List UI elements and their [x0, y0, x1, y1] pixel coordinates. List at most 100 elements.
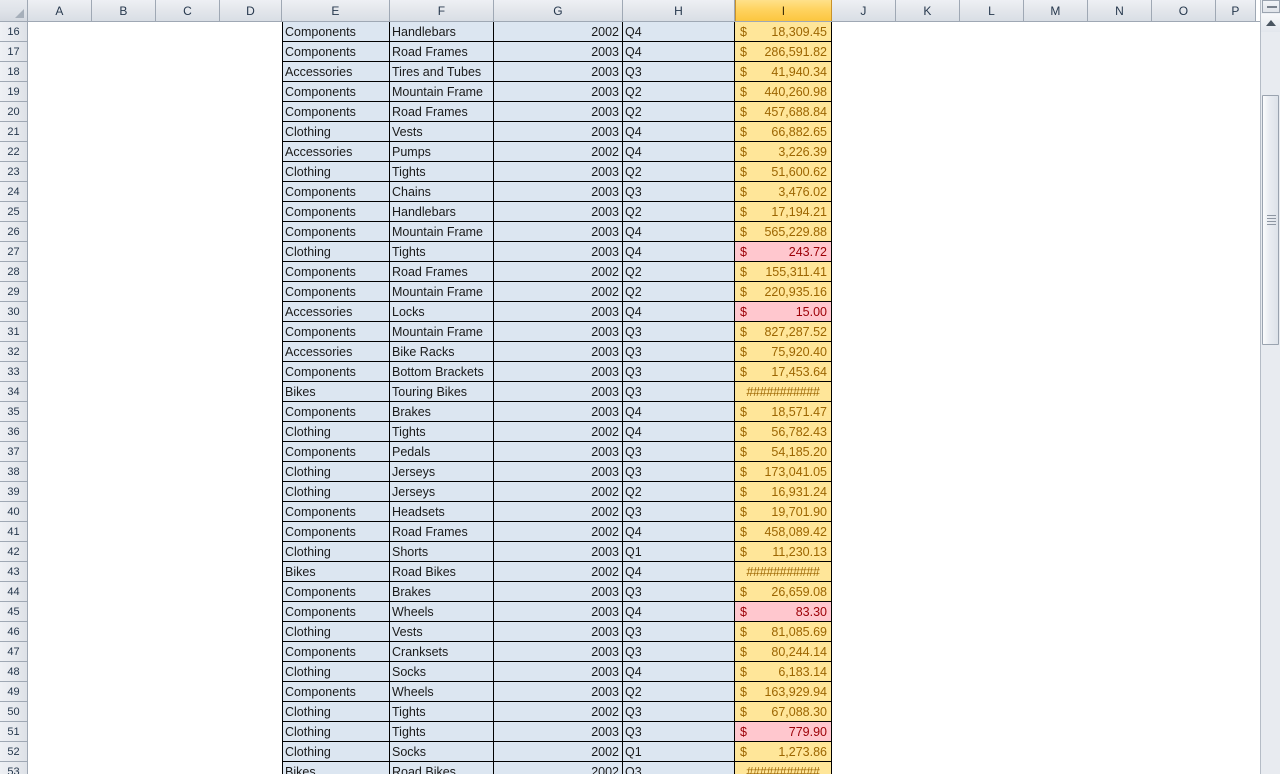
cell-E21[interactable]: Clothing [282, 122, 390, 142]
row-header-27[interactable]: 27 [0, 242, 27, 262]
cell-F40[interactable]: Headsets [390, 502, 494, 522]
cell-B35[interactable] [92, 402, 156, 422]
cell-C27[interactable] [156, 242, 220, 262]
cell-H40[interactable]: Q3 [623, 502, 735, 522]
cell-L40[interactable] [960, 502, 1024, 522]
cell-B41[interactable] [92, 522, 156, 542]
cell-M36[interactable] [1024, 422, 1088, 442]
cell-E52[interactable]: Clothing [282, 742, 390, 762]
cell-B19[interactable] [92, 82, 156, 102]
cell-H29[interactable]: Q2 [623, 282, 735, 302]
cell-O39[interactable] [1152, 482, 1216, 502]
row-header-16[interactable]: 16 [0, 22, 27, 42]
cell-P21[interactable] [1216, 122, 1256, 142]
cell-A44[interactable] [28, 582, 92, 602]
cell-O48[interactable] [1152, 662, 1216, 682]
cell-E24[interactable]: Components [282, 182, 390, 202]
cell-E37[interactable]: Components [282, 442, 390, 462]
cell-K46[interactable] [896, 622, 960, 642]
cell-F44[interactable]: Brakes [390, 582, 494, 602]
cell-J34[interactable] [832, 382, 896, 402]
cell-E27[interactable]: Clothing [282, 242, 390, 262]
cell-E46[interactable]: Clothing [282, 622, 390, 642]
cell-F53[interactable]: Road Bikes [390, 762, 494, 774]
cell-I18[interactable]: $41,940.34 [735, 62, 832, 82]
cell-J21[interactable] [832, 122, 896, 142]
cell-F42[interactable]: Shorts [390, 542, 494, 562]
cell-O42[interactable] [1152, 542, 1216, 562]
row-header-48[interactable]: 48 [0, 662, 27, 682]
cell-E44[interactable]: Components [282, 582, 390, 602]
cell-N29[interactable] [1088, 282, 1152, 302]
row-header-51[interactable]: 51 [0, 722, 27, 742]
cell-N44[interactable] [1088, 582, 1152, 602]
cell-O34[interactable] [1152, 382, 1216, 402]
cell-I43[interactable]: ########### [735, 562, 832, 582]
cell-N42[interactable] [1088, 542, 1152, 562]
row-header-30[interactable]: 30 [0, 302, 27, 322]
cell-F46[interactable]: Vests [390, 622, 494, 642]
cell-O38[interactable] [1152, 462, 1216, 482]
cell-K33[interactable] [896, 362, 960, 382]
cell-L41[interactable] [960, 522, 1024, 542]
cell-P47[interactable] [1216, 642, 1256, 662]
cell-P23[interactable] [1216, 162, 1256, 182]
cell-A32[interactable] [28, 342, 92, 362]
cell-K19[interactable] [896, 82, 960, 102]
cell-F18[interactable]: Tires and Tubes [390, 62, 494, 82]
cell-M48[interactable] [1024, 662, 1088, 682]
cell-H35[interactable]: Q4 [623, 402, 735, 422]
cell-P35[interactable] [1216, 402, 1256, 422]
cell-O33[interactable] [1152, 362, 1216, 382]
cell-L33[interactable] [960, 362, 1024, 382]
cell-M33[interactable] [1024, 362, 1088, 382]
cell-H25[interactable]: Q2 [623, 202, 735, 222]
cell-K48[interactable] [896, 662, 960, 682]
cell-A25[interactable] [28, 202, 92, 222]
cell-O43[interactable] [1152, 562, 1216, 582]
cell-C39[interactable] [156, 482, 220, 502]
cell-K47[interactable] [896, 642, 960, 662]
cell-C44[interactable] [156, 582, 220, 602]
cell-J30[interactable] [832, 302, 896, 322]
cell-G33[interactable]: 2003 [494, 362, 623, 382]
cell-J23[interactable] [832, 162, 896, 182]
cell-F23[interactable]: Tights [390, 162, 494, 182]
cell-M44[interactable] [1024, 582, 1088, 602]
cell-D16[interactable] [220, 22, 282, 42]
cell-M32[interactable] [1024, 342, 1088, 362]
cell-J43[interactable] [832, 562, 896, 582]
cell-P39[interactable] [1216, 482, 1256, 502]
cell-I26[interactable]: $565,229.88 [735, 222, 832, 242]
cell-O30[interactable] [1152, 302, 1216, 322]
cell-P50[interactable] [1216, 702, 1256, 722]
cell-C16[interactable] [156, 22, 220, 42]
cell-G52[interactable]: 2002 [494, 742, 623, 762]
cell-H44[interactable]: Q3 [623, 582, 735, 602]
cell-P24[interactable] [1216, 182, 1256, 202]
cell-E43[interactable]: Bikes [282, 562, 390, 582]
cell-J26[interactable] [832, 222, 896, 242]
cell-P48[interactable] [1216, 662, 1256, 682]
cell-F50[interactable]: Tights [390, 702, 494, 722]
cell-J37[interactable] [832, 442, 896, 462]
cell-E31[interactable]: Components [282, 322, 390, 342]
cell-A34[interactable] [28, 382, 92, 402]
cell-F29[interactable]: Mountain Frame [390, 282, 494, 302]
cell-D28[interactable] [220, 262, 282, 282]
cell-M27[interactable] [1024, 242, 1088, 262]
cell-P27[interactable] [1216, 242, 1256, 262]
cell-O31[interactable] [1152, 322, 1216, 342]
row-header-22[interactable]: 22 [0, 142, 27, 162]
cell-N47[interactable] [1088, 642, 1152, 662]
cell-G24[interactable]: 2003 [494, 182, 623, 202]
cell-P17[interactable] [1216, 42, 1256, 62]
cell-P31[interactable] [1216, 322, 1256, 342]
cell-K37[interactable] [896, 442, 960, 462]
cell-B23[interactable] [92, 162, 156, 182]
cell-F24[interactable]: Chains [390, 182, 494, 202]
cell-E51[interactable]: Clothing [282, 722, 390, 742]
cell-H16[interactable]: Q4 [623, 22, 735, 42]
cell-F51[interactable]: Tights [390, 722, 494, 742]
cell-O26[interactable] [1152, 222, 1216, 242]
